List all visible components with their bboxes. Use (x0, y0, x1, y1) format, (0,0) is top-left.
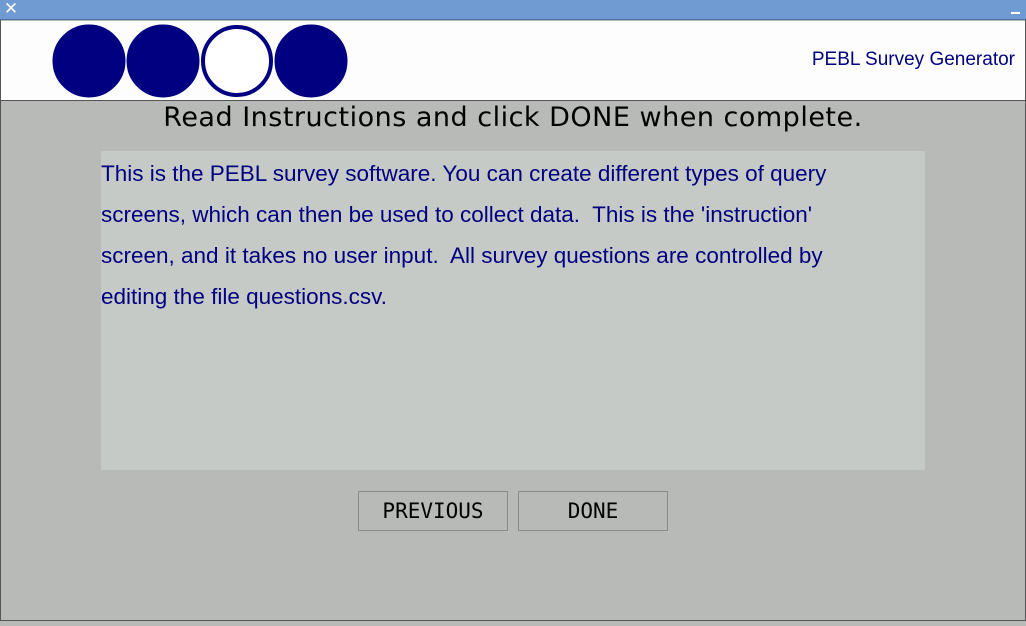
window-border-left (0, 20, 1, 621)
header-banner: PEBL Survey Generator (1, 21, 1025, 101)
previous-button[interactable]: PREVIOUS (358, 491, 508, 531)
app-name-label: PEBL Survey Generator (811, 49, 1015, 70)
logo-circle-empty (201, 25, 273, 97)
minimize-icon[interactable] (1007, 1, 1023, 17)
page-title: Read Instructions and click DONE when co… (163, 102, 863, 133)
instruction-panel: This is the PEBL survey software. You ca… (101, 151, 925, 470)
title-bar: ✕ (0, 0, 1026, 20)
logo-circle-filled (274, 24, 348, 98)
pebl-logo (52, 24, 348, 98)
logo-circle-filled (126, 24, 200, 98)
instruction-text: This is the PEBL survey software. You ca… (101, 161, 827, 309)
logo-circle-filled (52, 24, 126, 98)
window-border-bottom (0, 620, 1026, 621)
survey-window: ✕ PEBL Survey Generator Read Instruction… (0, 0, 1026, 626)
done-button[interactable]: DONE (518, 491, 668, 531)
close-icon[interactable]: ✕ (3, 1, 19, 18)
